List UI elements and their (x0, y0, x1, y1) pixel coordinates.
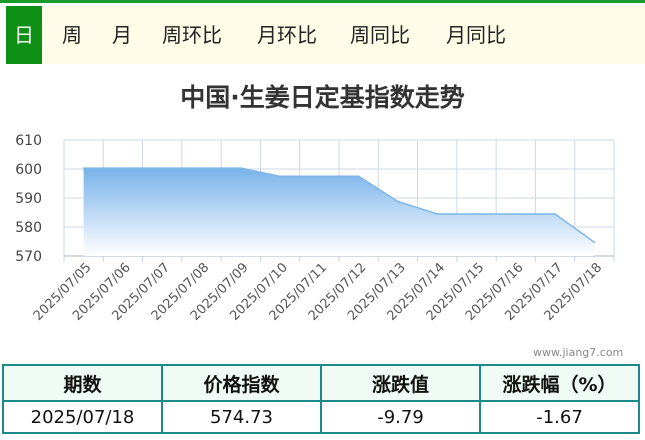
tab-week-over-week[interactable]: 周环比 (142, 6, 242, 64)
data-point (239, 167, 242, 169)
data-point (200, 167, 203, 169)
cell-price-index: 574.73 (161, 400, 322, 434)
table-row: 2025/07/18 574.73 -9.79 -1.67 (2, 400, 640, 434)
data-point (318, 175, 321, 178)
watermark: www.jiang7.com (533, 346, 624, 359)
tab-month[interactable]: 月 (102, 6, 142, 64)
data-point (397, 200, 399, 203)
header-change-percent: 涨跌幅（%） (479, 364, 640, 402)
cell-change-value: -9.79 (320, 400, 481, 434)
data-point (436, 213, 439, 215)
header-price-index: 价格指数 (161, 364, 322, 402)
data-point (357, 175, 360, 178)
data-point (475, 213, 478, 215)
data-point (514, 213, 517, 215)
y-tick-label: 600 (15, 162, 42, 178)
top-accent-line (0, 0, 645, 3)
chart-title: 中国·生姜日定基指数走势 (180, 83, 465, 112)
y-tick-label: 580 (15, 220, 42, 236)
y-tick-label: 570 (15, 249, 42, 265)
data-point (161, 167, 164, 169)
area-fill (83, 168, 595, 256)
y-tick-label: 610 (15, 133, 42, 149)
data-point (82, 167, 85, 169)
cell-change-percent: -1.67 (479, 400, 640, 434)
data-point (279, 175, 281, 178)
tab-month-year-over-year[interactable]: 月同比 (428, 6, 524, 64)
tab-week-year-over-year[interactable]: 周同比 (332, 6, 428, 64)
cell-period: 2025/07/18 (2, 400, 163, 434)
tab-day[interactable]: 日 (6, 6, 42, 64)
header-change-value: 涨跌值 (320, 364, 481, 402)
tab-month-over-month[interactable]: 月环比 (242, 6, 332, 64)
data-point (593, 241, 596, 244)
table-header-row: 期数 价格指数 涨跌值 涨跌幅（%） (2, 364, 640, 402)
header-period: 期数 (2, 364, 163, 402)
period-tabs: 日 周 月 周环比 月环比 周同比 月同比 (6, 6, 645, 64)
stats-table: 期数 价格指数 涨跌值 涨跌幅（%） 2025/07/18 574.73 -9.… (2, 364, 640, 434)
y-tick-label: 590 (15, 191, 42, 207)
index-trend-chart: 610600590580570 2025/07/052025/07/062025… (15, 133, 615, 324)
tab-week[interactable]: 周 (42, 6, 102, 64)
data-point (122, 167, 124, 169)
data-point (554, 213, 556, 215)
